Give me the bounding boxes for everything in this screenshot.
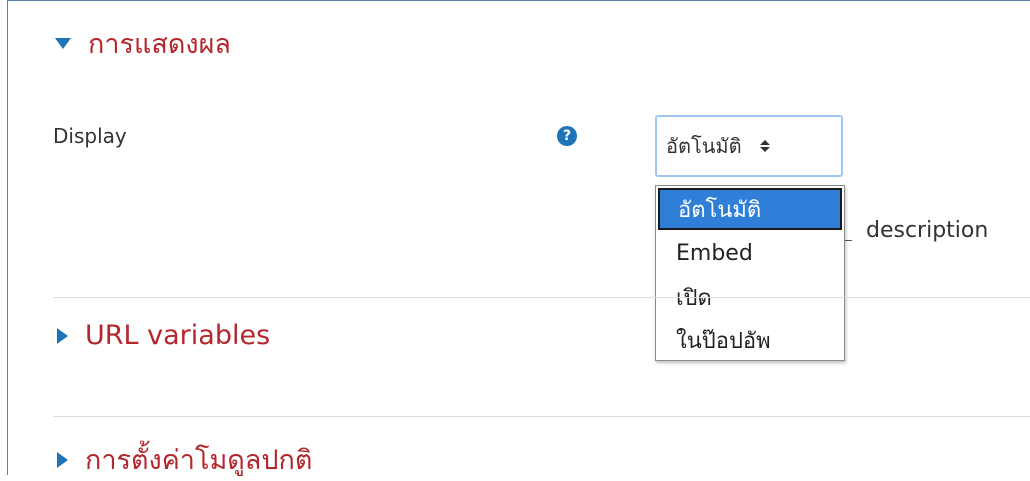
display-label: Display — [53, 124, 127, 148]
section-divider — [53, 297, 1030, 298]
dropdown-option-popup[interactable]: ในป๊อปอัพ — [658, 319, 842, 361]
section-header-appearance[interactable]: การแสดงผล — [55, 22, 231, 65]
help-icon[interactable]: ? — [557, 126, 577, 146]
display-select[interactable]: อัตโนมัติ — [655, 115, 843, 177]
section-divider — [53, 416, 1030, 417]
section-header-url-variables[interactable]: URL variables — [55, 320, 270, 351]
section-title-url-variables: URL variables — [85, 320, 271, 351]
description-text: description — [866, 218, 989, 243]
dropdown-option-embed[interactable]: Embed — [658, 232, 842, 274]
dropdown-option-auto[interactable]: อัตโนมัติ — [658, 188, 842, 230]
display-dropdown-list: อัตโนมัติ Embed เปิด ในป๊อปอัพ — [655, 185, 845, 361]
triangle-right-icon — [57, 327, 68, 344]
sort-arrows-icon — [759, 140, 770, 152]
section-title-appearance: การแสดงผล — [88, 29, 231, 60]
display-select-value: อัตโนมัติ — [666, 134, 742, 158]
triangle-down-icon — [55, 38, 71, 49]
hidden-text-fragment — [845, 240, 852, 241]
triangle-right-icon — [57, 451, 68, 468]
